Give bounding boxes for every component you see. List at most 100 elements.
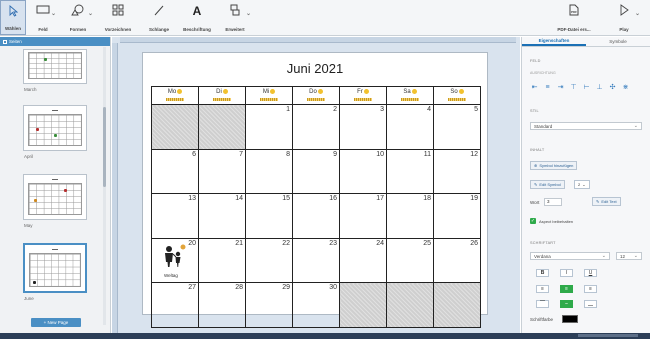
thumbnail-title: ▬▬ xyxy=(52,108,58,112)
weekday-header[interactable]: Mi xyxy=(245,86,293,105)
day-cell[interactable]: 1 xyxy=(245,104,293,150)
pages-scrollbar[interactable] xyxy=(103,47,106,325)
text-align-right-button[interactable]: ≡ xyxy=(584,285,597,293)
day-cell[interactable]: 25 xyxy=(386,237,434,283)
weekday-header[interactable]: Mo xyxy=(151,86,199,105)
font-size-select[interactable]: 12 ⌄ xyxy=(616,252,642,260)
day-cell[interactable]: 22 xyxy=(245,237,293,283)
pdf-export-button[interactable]: PDF PDF-Datei ers... xyxy=(544,0,604,35)
day-cell[interactable]: 16 xyxy=(292,193,340,239)
add-symbol-button[interactable]: ⊕ Symbol hinzufügen xyxy=(530,161,578,170)
align-left-icon[interactable]: ⇤ xyxy=(530,83,539,92)
template-tool-button[interactable]: Vorzeichnen xyxy=(96,0,140,35)
empty-day-cell[interactable] xyxy=(433,282,481,328)
week-row: 27 28 29 30 xyxy=(151,282,481,328)
day-cell[interactable]: 18 xyxy=(386,193,434,239)
day-cell[interactable]: 11 xyxy=(386,148,434,194)
text-align-middle-button[interactable]: ⎯ xyxy=(560,300,573,308)
properties-tabs: Eigenschaften Symbole xyxy=(522,37,650,47)
italic-button[interactable]: I xyxy=(560,269,573,277)
weekday-symbol-strip xyxy=(354,98,372,101)
pages-scrollbar-thumb[interactable] xyxy=(103,107,106,187)
day-cell[interactable]: 28 xyxy=(198,282,246,328)
line-tool-button[interactable]: Schlange xyxy=(140,0,178,35)
day-cell[interactable]: 8 xyxy=(245,148,293,194)
align-bottom-icon[interactable]: ⊥ xyxy=(595,83,604,92)
day-cell[interactable]: 6 xyxy=(151,148,199,194)
weekday-header[interactable]: Di xyxy=(198,86,246,105)
weekday-header[interactable]: Fr xyxy=(339,86,387,105)
weekday-header[interactable]: Do xyxy=(292,86,340,105)
empty-day-cell[interactable] xyxy=(386,282,434,328)
field-tool-button[interactable]: ⌄ Feld xyxy=(26,0,60,35)
page-label-may: May xyxy=(24,223,33,228)
font-color-swatch[interactable] xyxy=(562,315,578,323)
align-top-icon[interactable]: ⊤ xyxy=(569,83,578,92)
calendar-title[interactable]: Juni 2021 xyxy=(143,61,487,76)
day-cell[interactable]: 19 xyxy=(433,193,481,239)
day-cell[interactable]: 12 xyxy=(433,148,481,194)
page-thumbnail-may[interactable]: ▬▬ xyxy=(23,174,87,220)
label-tool-button[interactable]: A Beschriftung xyxy=(178,0,216,35)
zoom-slider[interactable] xyxy=(578,334,638,337)
weekday-header[interactable]: So xyxy=(433,86,481,105)
word-input[interactable]: 3 xyxy=(544,198,562,206)
style-select[interactable]: Standard ⌄ xyxy=(530,122,642,130)
day-cell[interactable]: 27 xyxy=(151,282,199,328)
select-tool-button[interactable]: Wählen xyxy=(0,0,26,35)
day-cell-with-symbol[interactable]: 20 Weltag xyxy=(151,237,199,283)
day-cell[interactable]: 24 xyxy=(339,237,387,283)
align-middle-icon[interactable]: ⊢ xyxy=(582,83,591,92)
text-align-left-button[interactable]: ≡ xyxy=(536,285,549,293)
day-cell[interactable]: 30 xyxy=(292,282,340,328)
empty-day-cell[interactable] xyxy=(198,104,246,150)
distribute-icon[interactable]: ✣ xyxy=(608,83,617,92)
day-cell[interactable]: 21 xyxy=(198,237,246,283)
day-cell[interactable]: 10 xyxy=(339,148,387,194)
tab-properties[interactable]: Eigenschaften xyxy=(522,37,586,46)
edit-text-button[interactable]: ✎ Edit Text xyxy=(592,197,621,206)
toolbar: Wählen ⌄ Feld ⌄ Formen Vorzeichnen Schla… xyxy=(0,0,650,36)
bold-button[interactable]: B xyxy=(536,269,549,277)
page-thumbnail-june[interactable]: ▬▬ xyxy=(23,243,87,293)
text-align-bottom-button[interactable]: ⎽ xyxy=(584,300,597,308)
align-right-icon[interactable]: ⇥ xyxy=(556,83,565,92)
distribute-vertical-icon[interactable]: ⋇ xyxy=(621,83,630,92)
day-cell[interactable]: 3 xyxy=(339,104,387,150)
pages-panel-title: Seiten xyxy=(9,39,22,44)
underline-button[interactable]: U xyxy=(584,269,597,277)
pages-panel-header: Seiten xyxy=(0,37,110,46)
day-cell[interactable]: 9 xyxy=(292,148,340,194)
day-cell[interactable]: 14 xyxy=(198,193,246,239)
edit-symbol-button[interactable]: ✎ Edit Symbol xyxy=(530,180,565,189)
day-cell[interactable]: 17 xyxy=(339,193,387,239)
align-center-icon[interactable]: ≡ xyxy=(543,83,552,92)
text-align-top-button[interactable]: ⎺ xyxy=(536,300,549,308)
play-button[interactable]: ⌄ Play xyxy=(604,0,644,35)
aspect-checkbox[interactable]: ✓ Aspect beibehalten xyxy=(530,218,573,224)
page-thumbnail-april[interactable]: ▬▬ xyxy=(23,105,87,151)
day-cell[interactable]: 23 xyxy=(292,237,340,283)
symbol-count-stepper[interactable]: 2 ⌄ xyxy=(574,180,590,189)
shapes-tool-button[interactable]: ⌄ Formen xyxy=(60,0,96,35)
chevron-down-icon: ⌄ xyxy=(50,11,56,17)
font-family-select[interactable]: Verdana ⌄ xyxy=(530,252,610,260)
day-cell[interactable]: 7 xyxy=(198,148,246,194)
advanced-tool-button[interactable]: ⌄ Erweitert xyxy=(216,0,254,35)
weekday-header[interactable]: Sa xyxy=(386,86,434,105)
page-thumbnail-march[interactable] xyxy=(23,49,87,84)
new-page-button[interactable]: + New Page xyxy=(31,318,81,327)
day-cell[interactable]: 26 xyxy=(433,237,481,283)
day-cell[interactable]: 2 xyxy=(292,104,340,150)
father-child-symbol-icon xyxy=(165,244,186,267)
day-cell[interactable]: 4 xyxy=(386,104,434,150)
day-cell[interactable]: 13 xyxy=(151,193,199,239)
day-cell[interactable]: 29 xyxy=(245,282,293,328)
day-cell[interactable]: 5 xyxy=(433,104,481,150)
calendar-page[interactable]: Juni 2021 Mo Di Mi Do Fr Sa So 1 2 3 4 5… xyxy=(142,52,488,328)
empty-day-cell[interactable] xyxy=(339,282,387,328)
day-cell[interactable]: 15 xyxy=(245,193,293,239)
empty-day-cell[interactable] xyxy=(151,104,199,150)
text-align-center-button[interactable]: ≡ xyxy=(560,285,573,293)
tab-symbols[interactable]: Symbole xyxy=(586,37,650,46)
